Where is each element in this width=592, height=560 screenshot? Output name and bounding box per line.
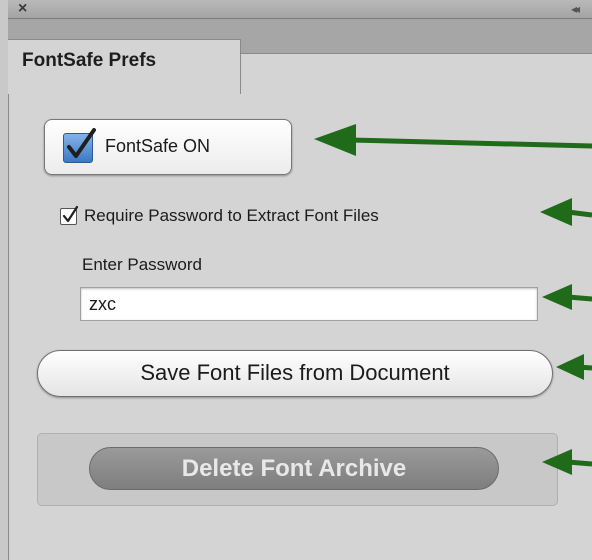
require-password-label: Require Password to Extract Font Files: [84, 206, 379, 225]
close-icon[interactable]: ×: [18, 0, 27, 18]
annotation-arrow: [542, 284, 592, 310]
panel-titlebar: × ◂◂: [8, 0, 592, 19]
fontsafe-checkbox[interactable]: [63, 128, 96, 163]
require-password-checkbox[interactable]: [60, 205, 79, 225]
annotation-arrow: [540, 198, 592, 226]
save-font-files-button[interactable]: Save Font Files from Document: [37, 350, 553, 397]
delete-archive-group: Delete Font Archive: [37, 433, 558, 506]
tab-fontsafe-prefs[interactable]: FontSafe Prefs: [8, 39, 241, 94]
annotation-arrow: [556, 354, 592, 380]
fontsafe-on-toggle[interactable]: FontSafe ON: [44, 119, 292, 175]
delete-font-archive-button[interactable]: Delete Font Archive: [89, 447, 499, 490]
fontsafe-label: FontSafe ON: [105, 136, 211, 156]
annotation-arrow: [314, 124, 592, 156]
password-field[interactable]: [80, 287, 538, 321]
check-mark-icon: [67, 128, 96, 158]
password-label: Enter Password: [82, 255, 202, 274]
check-mark-icon: [62, 205, 79, 223]
annotation-arrow: [542, 449, 592, 475]
tab-label: FontSafe Prefs: [22, 50, 157, 71]
collapse-panel-icon[interactable]: ◂◂: [571, 0, 580, 18]
